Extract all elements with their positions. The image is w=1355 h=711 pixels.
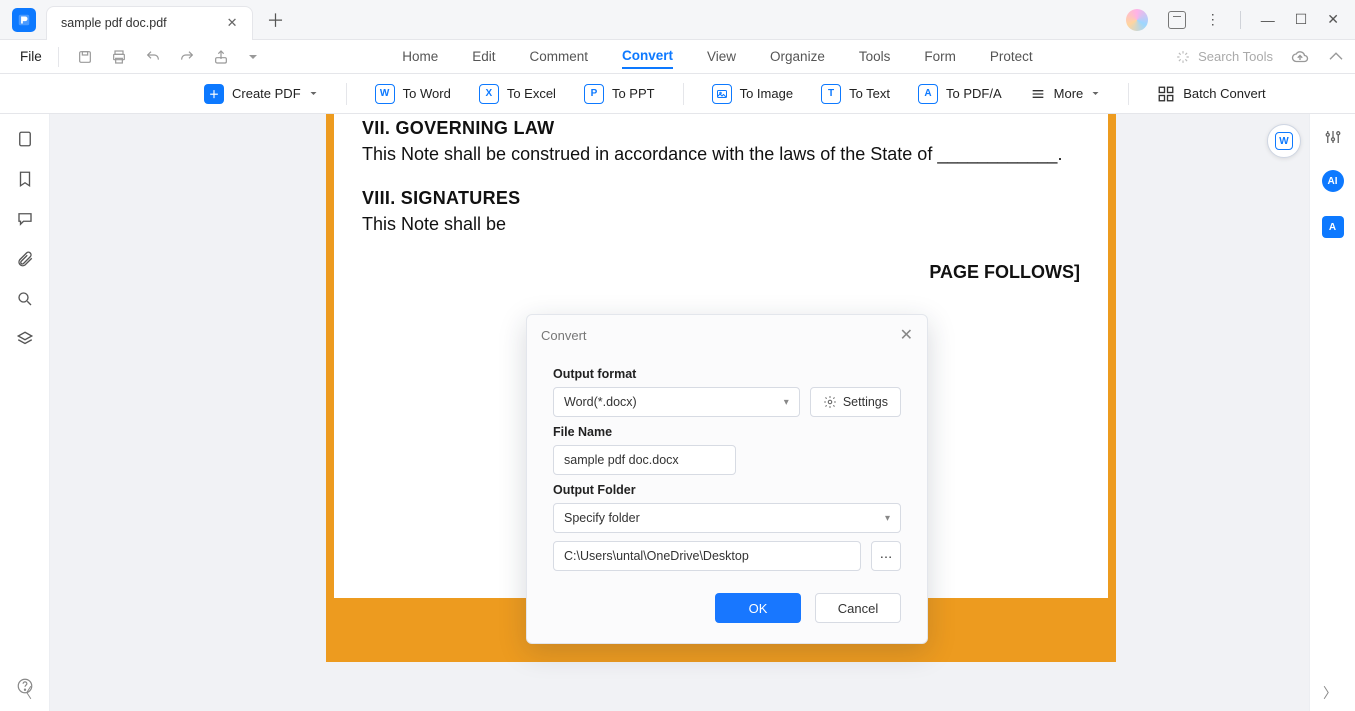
settings-button[interactable]: Settings xyxy=(810,387,901,417)
to-excel-button[interactable]: XTo Excel xyxy=(479,84,556,104)
dialog-close-icon[interactable]: ✕ xyxy=(900,325,913,345)
section-body-viii: This Note shall be xyxy=(362,209,1080,240)
app-logo xyxy=(12,8,36,32)
new-tab-button[interactable]: ＋ xyxy=(267,7,285,33)
more-dropdown[interactable]: More xyxy=(1030,86,1101,102)
tab-close-icon[interactable]: ✕ xyxy=(227,15,238,31)
bookmarks-icon[interactable] xyxy=(16,170,34,188)
chevron-down-icon xyxy=(1091,89,1100,98)
collapse-ribbon-icon[interactable] xyxy=(1327,48,1345,66)
grid-icon xyxy=(1157,85,1175,103)
quick-more-icon[interactable] xyxy=(247,51,259,63)
ellipsis-icon: ⋯ xyxy=(880,549,893,564)
sparkle-icon xyxy=(1176,50,1190,64)
chevron-down-icon xyxy=(309,89,318,98)
right-rail: AI A xyxy=(1309,114,1355,711)
chevron-down-icon: ▾ xyxy=(885,513,890,524)
output-folder-mode-select[interactable]: Specify folder ▾ xyxy=(553,503,901,533)
layers-icon[interactable] xyxy=(16,330,34,348)
search-tools[interactable]: Search Tools xyxy=(1176,49,1273,64)
settings-label: Settings xyxy=(843,395,888,409)
hamburger-icon xyxy=(1030,86,1046,102)
output-format-value: Word(*.docx) xyxy=(564,395,637,409)
signature-page-follows: PAGE FOLLOWS] xyxy=(362,257,1080,288)
app-badge[interactable]: A xyxy=(1322,216,1344,238)
cancel-button[interactable]: Cancel xyxy=(815,593,901,623)
quick-to-word-fab[interactable]: W xyxy=(1267,124,1301,158)
left-rail xyxy=(0,114,50,711)
window-minimize-icon[interactable]: — xyxy=(1261,12,1275,28)
to-pdfa-button[interactable]: ATo PDF/A xyxy=(918,84,1002,104)
main-tabs: Home Edit Comment Convert View Organize … xyxy=(402,44,1032,69)
document-canvas[interactable]: VII. GOVERNING LAW This Note shall be co… xyxy=(50,114,1309,711)
ok-button[interactable]: OK xyxy=(715,593,801,623)
file-menu[interactable]: File xyxy=(10,45,52,68)
save-icon[interactable] xyxy=(77,49,93,65)
search-icon[interactable] xyxy=(16,290,34,308)
tab-view[interactable]: View xyxy=(707,45,736,68)
section-body-vii: This Note shall be construed in accordan… xyxy=(362,139,1080,170)
cloud-upload-icon[interactable] xyxy=(1291,48,1309,66)
tab-comment[interactable]: Comment xyxy=(529,45,588,68)
tab-form[interactable]: Form xyxy=(924,45,956,68)
file-name-label: File Name xyxy=(553,425,901,439)
document-tab[interactable]: sample pdf doc.pdf ✕ xyxy=(46,6,253,40)
menubar: File Home Edit Comment Convert View Orga… xyxy=(0,40,1355,74)
convert-ribbon: ＋ Create PDF WTo Word XTo Excel PTo PPT … xyxy=(0,74,1355,114)
sliders-icon[interactable] xyxy=(1324,128,1342,146)
window-maximize-icon[interactable]: ☐ xyxy=(1295,11,1308,28)
tab-protect[interactable]: Protect xyxy=(990,45,1033,68)
thumbnails-icon[interactable] xyxy=(16,130,34,148)
create-pdf-button[interactable]: ＋ Create PDF xyxy=(204,84,318,104)
comments-icon[interactable] xyxy=(16,210,34,228)
convert-dialog: Convert ✕ Output format Word(*.docx) ▾ S… xyxy=(526,314,928,644)
tab-edit[interactable]: Edit xyxy=(472,45,495,68)
window-close-icon[interactable]: ✕ xyxy=(1327,11,1339,28)
undo-icon[interactable] xyxy=(145,49,161,65)
kebab-menu-icon[interactable]: ⋮ xyxy=(1206,11,1220,28)
nav-prev-icon[interactable]: 〈 xyxy=(18,683,32,703)
redo-icon[interactable] xyxy=(179,49,195,65)
batch-convert-button[interactable]: Batch Convert xyxy=(1157,85,1265,103)
gear-icon xyxy=(823,395,837,409)
tab-tools[interactable]: Tools xyxy=(859,45,891,68)
output-folder-label: Output Folder xyxy=(553,483,901,497)
app-logo-icon xyxy=(17,13,31,27)
to-word-button[interactable]: WTo Word xyxy=(375,84,451,104)
tab-convert[interactable]: Convert xyxy=(622,44,673,69)
to-ppt-button[interactable]: PTo PPT xyxy=(584,84,655,104)
titlebar: sample pdf doc.pdf ✕ ＋ ⋮ — ☐ ✕ xyxy=(0,0,1355,40)
print-icon[interactable] xyxy=(111,49,127,65)
quick-access-bar xyxy=(77,49,259,65)
output-format-select[interactable]: Word(*.docx) ▾ xyxy=(553,387,800,417)
create-pdf-label: Create PDF xyxy=(232,86,301,101)
share-icon[interactable] xyxy=(213,49,229,65)
chevron-down-icon: ▾ xyxy=(784,397,789,408)
browse-folder-button[interactable]: ⋯ xyxy=(871,541,901,571)
account-avatar[interactable] xyxy=(1126,9,1148,31)
section-heading-viii: VIII. SIGNATURES xyxy=(362,188,1080,209)
search-placeholder: Search Tools xyxy=(1198,49,1273,64)
tab-home[interactable]: Home xyxy=(402,45,438,68)
output-format-label: Output format xyxy=(553,367,901,381)
messages-icon[interactable] xyxy=(1168,11,1186,29)
output-path-input[interactable] xyxy=(553,541,861,571)
to-image-button[interactable]: To Image xyxy=(712,84,793,104)
file-name-input[interactable] xyxy=(553,445,736,475)
main-area: VII. GOVERNING LAW This Note shall be co… xyxy=(0,114,1355,711)
tab-organize[interactable]: Organize xyxy=(770,45,825,68)
nav-next-icon[interactable]: 〉 xyxy=(1323,683,1337,703)
to-text-button[interactable]: TTo Text xyxy=(821,84,890,104)
dialog-title: Convert xyxy=(541,328,587,343)
tab-title: sample pdf doc.pdf xyxy=(61,16,167,30)
window-controls: ⋮ — ☐ ✕ xyxy=(1126,9,1355,31)
output-folder-mode-value: Specify folder xyxy=(564,511,640,525)
attachments-icon[interactable] xyxy=(16,250,34,268)
section-heading-vii: VII. GOVERNING LAW xyxy=(362,118,1080,139)
ai-badge[interactable]: AI xyxy=(1322,170,1344,192)
